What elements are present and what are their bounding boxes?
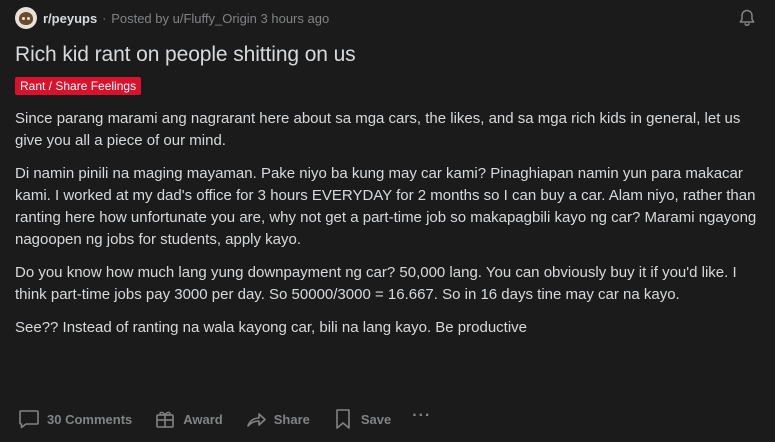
more-options-button[interactable]: ··· xyxy=(412,407,431,425)
post-title[interactable]: Rich kid rant on people shitting on us xyxy=(15,42,761,68)
post-paragraph: See?? Instead of ranting na wala kayong … xyxy=(15,319,527,336)
comment-icon xyxy=(19,410,39,429)
subreddit-link[interactable]: r/peyups xyxy=(43,11,97,26)
share-icon xyxy=(246,413,266,427)
meta-separator: · xyxy=(102,11,107,25)
post-card: r/peyups · Posted by u/Fluffy_Origin 3 h… xyxy=(0,0,775,442)
comments-button[interactable]: 30 Comments xyxy=(17,407,132,431)
bookmark-icon xyxy=(336,409,350,429)
share-label: Share xyxy=(273,411,310,427)
post-body: Since parang marami ang nagrarant here a… xyxy=(15,108,761,339)
save-button[interactable]: Save xyxy=(331,407,391,431)
award-button[interactable]: Award xyxy=(153,407,223,431)
post-paragraph: Do you know how much lang yung downpayme… xyxy=(15,264,737,303)
post-flair[interactable]: Rant / Share Feelings xyxy=(15,77,142,95)
award-label: Award xyxy=(183,411,223,427)
save-label: Save xyxy=(360,411,392,427)
post-meta: r/peyups · Posted by u/Fluffy_Origin 3 h… xyxy=(15,6,761,30)
posted-by-text: Posted by u/Fluffy_Origin 3 hours ago xyxy=(111,10,330,26)
post-paragraph: Since parang marami ang nagrarant here a… xyxy=(15,110,741,149)
subreddit-avatar[interactable] xyxy=(15,7,37,29)
award-icon xyxy=(156,411,175,428)
share-button[interactable]: Share xyxy=(244,407,310,431)
comments-label: 30 Comments xyxy=(47,411,133,427)
bell-icon[interactable] xyxy=(737,8,757,28)
post-paragraph: Di namin pinili na maging mayaman. Pake … xyxy=(15,165,757,248)
post-actions-bar: 30 Comments Award Share Save ··· xyxy=(17,407,431,431)
